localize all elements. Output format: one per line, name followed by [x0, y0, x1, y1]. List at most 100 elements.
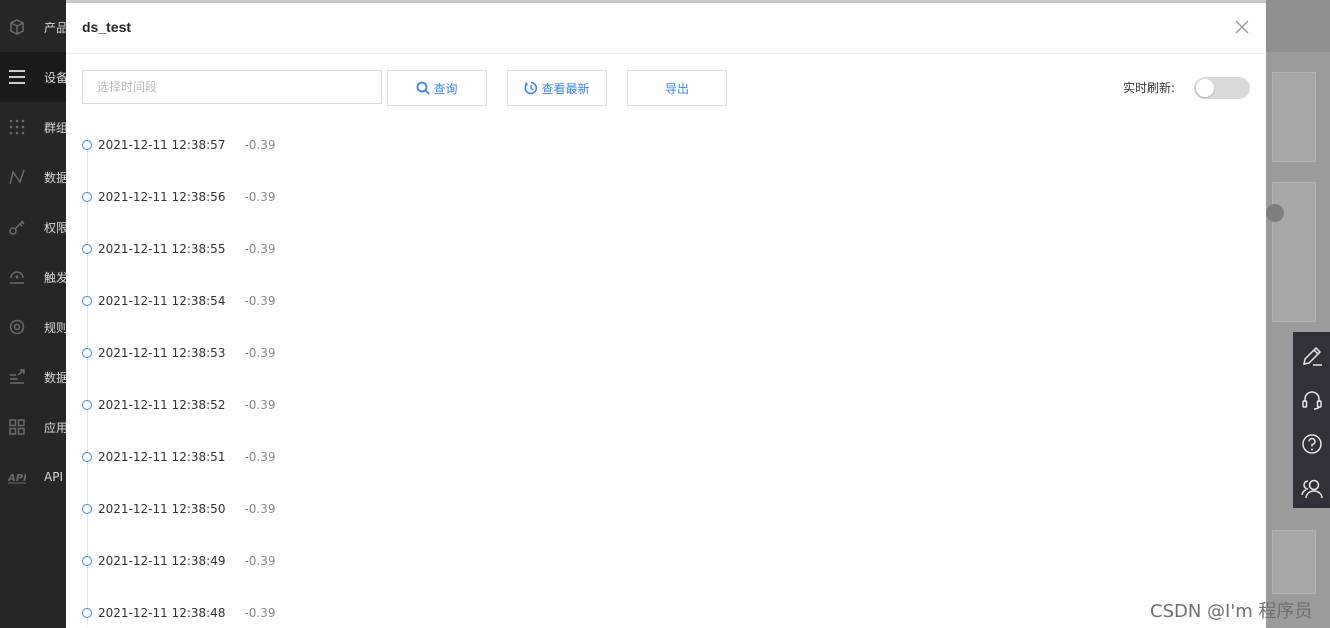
- query-button[interactable]: 查询: [387, 70, 487, 106]
- timeline-time: 2021-12-11 12:38:57: [98, 138, 226, 152]
- box-icon: [8, 18, 26, 36]
- timeline-dot: [82, 192, 92, 202]
- timeline-dot: [82, 400, 92, 410]
- timeline: 2021-12-11 12:38:57 -0.39 2021-12-11 12:…: [82, 135, 482, 628]
- chart-line-icon: [8, 168, 26, 186]
- background-card: [1272, 530, 1316, 594]
- watermark: CSDN @I'm 程序员: [1150, 601, 1313, 622]
- date-range-input[interactable]: [82, 70, 382, 104]
- support-tool-button[interactable]: [1293, 378, 1330, 422]
- timeline-item: 2021-12-11 12:38:57 -0.39: [82, 135, 276, 155]
- timeline-item: 2021-12-11 12:38:51 -0.39: [82, 447, 276, 467]
- headset-icon: [1301, 391, 1322, 410]
- view-latest-button-label: 查看最新: [541, 81, 590, 96]
- key-icon: [8, 218, 26, 236]
- close-button[interactable]: [1232, 17, 1252, 37]
- rule-icon: [8, 318, 26, 336]
- sidebar-item-trigger[interactable]: 触发: [0, 252, 66, 302]
- sidebar-item-label: 数据: [44, 170, 66, 185]
- query-button-label: 查询: [433, 81, 458, 96]
- background-card: [1272, 182, 1316, 322]
- refresh-clock-icon: [525, 81, 538, 95]
- timeline-time: 2021-12-11 12:38:53: [98, 346, 226, 360]
- timeline-dot: [82, 244, 92, 254]
- timeline-time: 2021-12-11 12:38:51: [98, 450, 226, 464]
- sidebar-item-label: API: [44, 470, 63, 484]
- export-button[interactable]: 导出: [627, 70, 727, 106]
- sidebar-item-label: 群组: [44, 120, 66, 135]
- timeline-value: -0.39: [244, 190, 276, 204]
- sidebar-item-device[interactable]: 设备: [0, 52, 66, 102]
- sidebar-item-apps[interactable]: 应用: [0, 402, 66, 452]
- sidebar-item-group[interactable]: 群组: [0, 102, 66, 152]
- timeline-item: 2021-12-11 12:38:49 -0.39: [82, 551, 276, 571]
- sidebar-item-rule[interactable]: 规则: [0, 302, 66, 352]
- sidebar-item-label: 规则: [44, 320, 66, 335]
- timeline-value: -0.39: [244, 450, 276, 464]
- help-icon: [1301, 434, 1322, 454]
- edit-icon: [1302, 346, 1322, 366]
- timeline-dot: [82, 452, 92, 462]
- trigger-icon: [8, 268, 26, 286]
- users-tool-button[interactable]: [1293, 466, 1330, 510]
- timeline-time: 2021-12-11 12:38:49: [98, 554, 226, 568]
- realtime-refresh-label: 实时刷新:: [1123, 81, 1176, 95]
- timeline-dot: [82, 608, 92, 618]
- timeline-item: 2021-12-11 12:38:54 -0.39: [82, 291, 276, 311]
- realtime-refresh-toggle[interactable]: [1194, 77, 1250, 99]
- timeline-dot: [82, 504, 92, 514]
- floating-toolbox: [1293, 332, 1330, 508]
- timeline-time: 2021-12-11 12:38:56: [98, 190, 226, 204]
- background-page: [1266, 0, 1330, 628]
- api-icon: API: [8, 468, 26, 486]
- timeline-time: 2021-12-11 12:38:55: [98, 242, 226, 256]
- timeline-value: -0.39: [244, 294, 276, 308]
- background-toggle: [1266, 204, 1284, 222]
- edit-tool-button[interactable]: [1293, 334, 1330, 378]
- timeline-dot: [82, 348, 92, 358]
- sidebar: 产品 设备 群组 数据 权限 触发 规则 数据 应用 API API: [0, 0, 66, 628]
- timeline-item: 2021-12-11 12:38:52 -0.39: [82, 395, 276, 415]
- apps-icon: [8, 418, 26, 436]
- help-tool-button[interactable]: [1293, 422, 1330, 466]
- timeline-item: 2021-12-11 12:38:53 -0.39: [82, 343, 276, 363]
- sidebar-item-permission[interactable]: 权限: [0, 202, 66, 252]
- timeline-time: 2021-12-11 12:38:52: [98, 398, 226, 412]
- timeline-value: -0.39: [244, 398, 276, 412]
- sidebar-item-label: 数据: [44, 370, 66, 385]
- svg-text:API: API: [8, 473, 26, 484]
- timeline-value: -0.39: [244, 242, 276, 256]
- grid-icon: [8, 118, 26, 136]
- timeline-value: -0.39: [244, 554, 276, 568]
- timeline-time: 2021-12-11 12:38:54: [98, 294, 226, 308]
- timeline-item: 2021-12-11 12:38:56 -0.39: [82, 187, 276, 207]
- sidebar-item-label: 触发: [44, 270, 66, 285]
- sidebar-item-data-export[interactable]: 数据: [0, 352, 66, 402]
- timeline-value: -0.39: [244, 346, 276, 360]
- timeline-time: 2021-12-11 12:38:48: [98, 606, 226, 620]
- sidebar-item-api[interactable]: API API: [0, 452, 66, 502]
- view-latest-button[interactable]: 查看最新: [507, 70, 607, 106]
- timeline-item: 2021-12-11 12:38:48 -0.39: [82, 603, 276, 623]
- sidebar-item-product[interactable]: 产品: [0, 2, 66, 52]
- search-icon: [417, 81, 431, 95]
- timeline-dot: [82, 556, 92, 566]
- timeline-value: -0.39: [244, 502, 276, 516]
- users-icon: [1300, 479, 1323, 499]
- data-export-icon: [8, 368, 26, 386]
- modal-header: ds_test: [66, 3, 1266, 54]
- background-card: [1272, 72, 1316, 162]
- toggle-knob: [1196, 79, 1214, 97]
- sidebar-item-label: 权限: [44, 220, 66, 235]
- sidebar-item-label: 应用: [44, 420, 66, 435]
- timeline-dot: [82, 296, 92, 306]
- sidebar-item-data[interactable]: 数据: [0, 152, 66, 202]
- sidebar-item-label: 产品: [44, 20, 66, 35]
- export-button-label: 导出: [664, 81, 689, 96]
- modal-title: ds_test: [82, 19, 132, 35]
- timeline-time: 2021-12-11 12:38:50: [98, 502, 226, 516]
- menu-icon: [8, 68, 26, 86]
- timeline-item: 2021-12-11 12:38:55 -0.39: [82, 239, 276, 259]
- history-modal: ds_test 查询 查看最新 导出 实时刷新: 2021-12-11 12:3…: [66, 3, 1266, 628]
- timeline-item: 2021-12-11 12:38:50 -0.39: [82, 499, 276, 519]
